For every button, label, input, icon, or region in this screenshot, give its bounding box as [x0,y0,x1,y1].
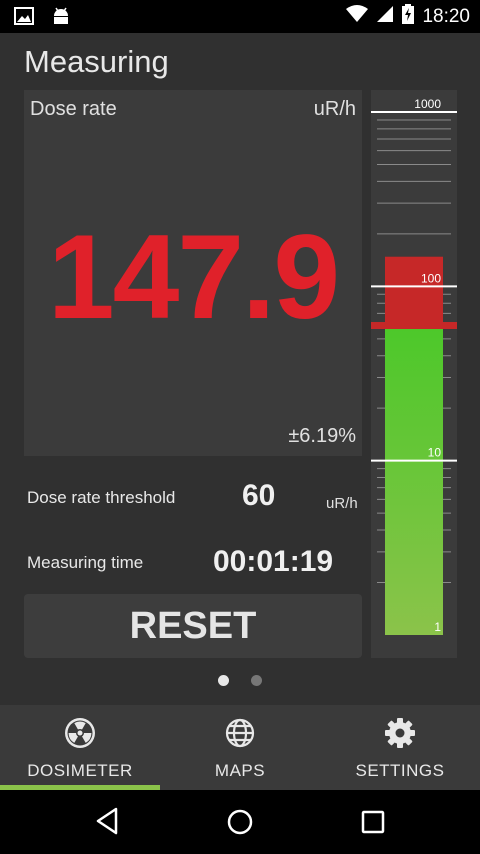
status-time: 18:20 [422,5,470,27]
gauge-tick-label-1: 1 [434,620,441,634]
gauge-threshold-marker [371,322,457,330]
tab-dosimeter-label: DOSIMETER [27,761,133,780]
home-icon[interactable] [226,808,254,841]
threshold-unit: uR/h [326,495,358,512]
system-navigation-bar [0,790,480,854]
wifi-icon [346,5,369,28]
image-icon [14,7,34,32]
page-title: Measuring [24,44,169,79]
status-bar: 18:20 [0,0,480,33]
gauge-safe-fill [385,325,443,635]
dose-rate-error: ±6.19% [288,425,356,447]
android-icon [52,7,70,32]
measuring-time-label: Measuring time [27,553,144,572]
radiation-icon [64,717,96,754]
back-icon[interactable] [94,806,120,841]
page-dot[interactable] [218,675,229,686]
recents-icon[interactable] [361,810,385,839]
dose-rate-unit: uR/h [313,98,356,120]
tab-settings[interactable]: SETTINGS [320,705,480,790]
signal-icon [376,5,394,28]
measuring-time-value: 00:01:19 [213,545,334,578]
page-dot[interactable] [251,675,262,686]
dose-rate-panel: Dose rate uR/h 147.9 ±6.19% [24,90,362,456]
reset-button[interactable]: RESET [24,594,362,658]
battery-charging-icon [402,4,415,29]
tab-maps[interactable]: MAPS [160,705,320,790]
tab-maps-label: MAPS [214,761,266,780]
tab-dosimeter[interactable]: DOSIMETER [0,705,160,790]
gauge-danger-fill [385,256,443,326]
gauge-tick-label-1000: 1000 [414,97,441,111]
threshold-value[interactable]: 60 [242,479,275,513]
dose-rate-gauge: 1000 100 10 1 [371,90,457,658]
page-indicator [0,675,480,686]
dose-rate-value: 147.9 [47,210,340,344]
tab-settings-label: SETTINGS [355,761,445,780]
gauge-tick-label-100: 100 [421,271,441,285]
gauge-tick-label-10: 10 [428,446,442,460]
dose-rate-label: Dose rate [30,98,117,120]
gear-icon [384,717,416,754]
threshold-label: Dose rate threshold [27,488,176,507]
bottom-navigation: DOSIMETER MAPS SETTINGS [0,705,480,790]
globe-icon [224,717,256,754]
